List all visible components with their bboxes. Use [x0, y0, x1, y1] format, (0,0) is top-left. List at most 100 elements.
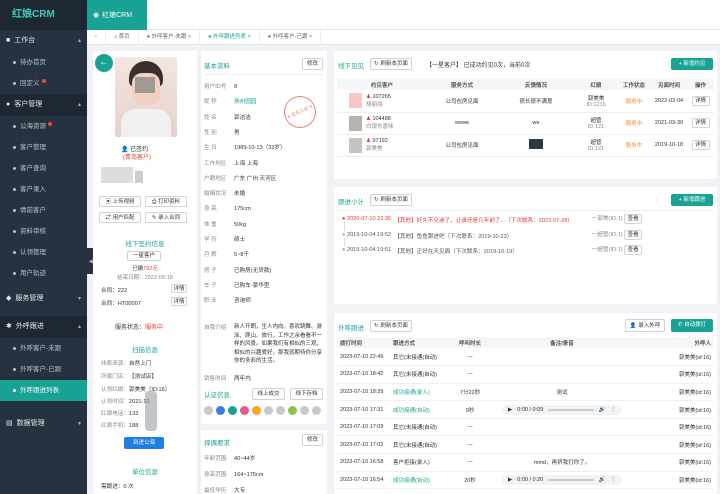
sidebar-item-custom[interactable]: 回定义 [0, 73, 87, 94]
contract-icon: ✎ [151, 215, 157, 221]
nav-group-data[interactable]: ▤ 数据管理 ▾ [0, 413, 87, 435]
service-icon: ◆ [6, 295, 12, 302]
meeting-detail-button[interactable]: 详情 [691, 95, 710, 106]
view-followup-button[interactable]: 查看 [624, 245, 643, 255]
nav-group-workbench[interactable]: ■ 工作台 ▴ [0, 30, 87, 52]
meeting-detail-button[interactable]: 详情 [691, 118, 710, 128]
table-row: ♟ 97192 郭美美 公司包房见面 超管 ID:121 服务中 2019-10-18 详情 [337, 134, 714, 156]
database-icon: ▤ [6, 420, 13, 427]
tab-outbound-unfollowed[interactable]: ● 外呼客户-未跟 × [139, 29, 201, 45]
nav-group-customers[interactable]: ● 客户管理 ▴ [0, 94, 87, 116]
photo-thumb[interactable] [135, 171, 143, 183]
sidebar-item-claim[interactable]: 认领管理 [0, 242, 87, 263]
sidebar-item-track[interactable]: 用户轨迹 [0, 263, 87, 284]
verified-stamp-icon: ✶ 实名认证 ✶ [278, 90, 322, 134]
basic-info-title: 基本资料 [204, 63, 230, 70]
audio-player[interactable]: ▶ 0:00 / 0:20 🔊 ⋮ [502, 474, 622, 485]
online-deal-button[interactable]: 线上成交 [252, 388, 285, 400]
refresh-outbound-button[interactable]: ↻ 刷新本页面 [370, 320, 412, 332]
followup-item: ● 2019-10-04 19:51 【其他】正好在天见面（下次联系：2019-… [342, 245, 643, 255]
play-icon[interactable]: ▶ [508, 477, 512, 483]
refresh-offline-button[interactable]: ↻ 刷新本页面 [370, 58, 412, 70]
nav-group-service[interactable]: ◆ 服务管理 ▾ [0, 288, 87, 310]
basic-info-row: 学 历硕士 [204, 237, 246, 243]
user-icon: ● [6, 101, 11, 108]
photo-thumb[interactable] [101, 167, 133, 183]
tab-prev-arrow[interactable]: ‹ [87, 29, 106, 45]
print-profile-button[interactable]: ⎙ 打印资料 [145, 196, 187, 207]
return-to-pool-button[interactable]: 到进公海 [124, 437, 164, 449]
feedback-image[interactable] [529, 139, 543, 149]
scan-row: 认领时间：2021-10 [101, 399, 150, 405]
close-icon[interactable]: × [309, 34, 312, 40]
meeting-table: 约见客户 服务方式 反馈情况 红娘 工作状态 见面时间 操作 ♟ 107265 胡… [337, 79, 714, 157]
scan-row: 线索来源：自然上门 [101, 361, 152, 367]
video-auth-icon [312, 406, 321, 415]
sidebar-item-prior[interactable]: 情前客户 [0, 200, 87, 221]
privacy-blur [135, 77, 155, 93]
table-header: 约见客户 服务方式 反馈情况 红娘 工作状态 见面时间 操作 [337, 79, 714, 90]
tab-home[interactable]: ⌂ 首页 [106, 29, 139, 45]
nav-group-outbound[interactable]: ✱ 外呼跟进 ▴ [0, 316, 87, 338]
contract-2: 合同：HT00007 [101, 301, 141, 307]
close-icon[interactable]: × [248, 34, 251, 40]
notification-dot [41, 79, 46, 83]
volume-icon[interactable]: 🔊 [599, 407, 606, 413]
followup-item: ● 2019-10-04 19:52 【其他】鱼鱼跟进吧（下次联系：2019-1… [342, 229, 643, 240]
brand-tab[interactable]: ◉ 红娘CRM [87, 0, 147, 30]
tab-outbound-list[interactable]: ● 外呼跟进列表 × [200, 29, 260, 45]
table-row: 2023-07-10 16:58 客户拒接(录入) --- mmd，再挤我打你了。 郭美… [337, 454, 714, 472]
refresh-followup-button[interactable]: ↻ 刷新本页面 [370, 194, 412, 206]
contract-1-detail-button[interactable]: 详情 [171, 284, 187, 293]
gear-icon: ✱ [6, 323, 12, 330]
audio-player[interactable]: ▶ 0:00 / 0:09 🔊 ⋮ [502, 404, 622, 415]
registration-title: 单位信息 [132, 469, 158, 476]
sidebar-item-customer-mgmt[interactable]: 客户管理 [0, 137, 87, 158]
sidebar-item-review[interactable]: 资料审核 [0, 221, 87, 242]
sidebar-item-todo[interactable]: 待办首页 [0, 52, 87, 73]
sidebar-item-customer-entry[interactable]: 客户录入 [0, 179, 87, 200]
basic-info-row: 姓 名郭洁洁 [204, 114, 251, 121]
close-icon[interactable]: × [188, 34, 191, 40]
sidebar-item-outbound-list[interactable]: 外呼跟进列表 [0, 380, 87, 401]
basic-info-row: 性 别男 [204, 129, 240, 136]
followup-title: 跟进小计 [338, 199, 364, 206]
basic-info-row: 体 重 50kg [204, 221, 247, 228]
basic-info-row: 月 薪 5~8千 [204, 252, 250, 259]
view-followup-button[interactable]: 查看 [624, 214, 643, 224]
auto-dial-button[interactable]: ✆ 自动拨打 [671, 319, 713, 332]
tab-outbound-followed[interactable]: ● 外呼客户-已跟 × [260, 29, 322, 45]
audio-progress[interactable] [548, 408, 594, 411]
sidebar-item-pool[interactable]: 公海资源 [0, 116, 87, 137]
upload-video-button[interactable]: ▣ 上传视频 [99, 196, 141, 207]
chevron-up-icon: ▴ [77, 324, 81, 330]
enter-contract-button[interactable]: ✎ 录入合同 [145, 212, 187, 223]
sidebar-item-outbound-followed[interactable]: 外呼客户-已跟 [0, 359, 87, 380]
meeting-detail-button[interactable]: 详情 [691, 140, 710, 150]
avatar [115, 57, 177, 137]
more-icon[interactable]: ⋮ [611, 477, 617, 483]
chevron-up-icon: ▴ [77, 38, 81, 44]
contract-2-detail-button[interactable]: 详情 [171, 297, 187, 306]
basic-info-panel: 基本资料 修改 用户ID号 8 昵 称扬州园园姓 名郭洁洁性 别男生 日 1989-1… [201, 51, 327, 494]
add-followup-button[interactable]: + 新增跟进 [671, 194, 713, 206]
offline-archive-button[interactable]: 线下存档 [290, 388, 323, 400]
more-icon[interactable]: ⋮ [611, 407, 617, 413]
upload-icon: ▣ [105, 199, 111, 205]
sidebar-item-customer-query[interactable]: 客户查询 [0, 158, 87, 179]
sidebar-item-outbound-unfollowed[interactable]: 外呼客户-未跟 [0, 338, 87, 359]
audio-progress[interactable] [548, 478, 594, 481]
paid-amount: 已缴792元 [132, 266, 158, 272]
play-icon[interactable]: ▶ [508, 407, 512, 413]
table-row: 2023-07-10 18:39 成功接通(录入) 7分22秒 测试 郭美美(id:16… [337, 383, 714, 401]
back-arrow-icon[interactable]: ← [95, 54, 113, 72]
user-match-button[interactable]: ⇄ 用户匹配 [99, 212, 141, 223]
chevron-down-icon: ▾ [77, 421, 81, 427]
edit-basic-button[interactable]: 修改 [302, 58, 323, 70]
volume-icon[interactable]: 🔊 [599, 477, 606, 483]
table-row: 2023-07-10 17:31 成功接通(自动) 9秒 ▶ 0:00 / 0:09 🔊 ⋮… [337, 401, 714, 419]
enter-outbound-button[interactable]: 👤 录入外呼 [625, 319, 665, 332]
edit-spouse-button[interactable]: 修改 [302, 434, 323, 446]
add-meeting-button[interactable]: + 新增约见 [671, 58, 713, 70]
view-followup-button[interactable]: 查看 [624, 229, 643, 240]
